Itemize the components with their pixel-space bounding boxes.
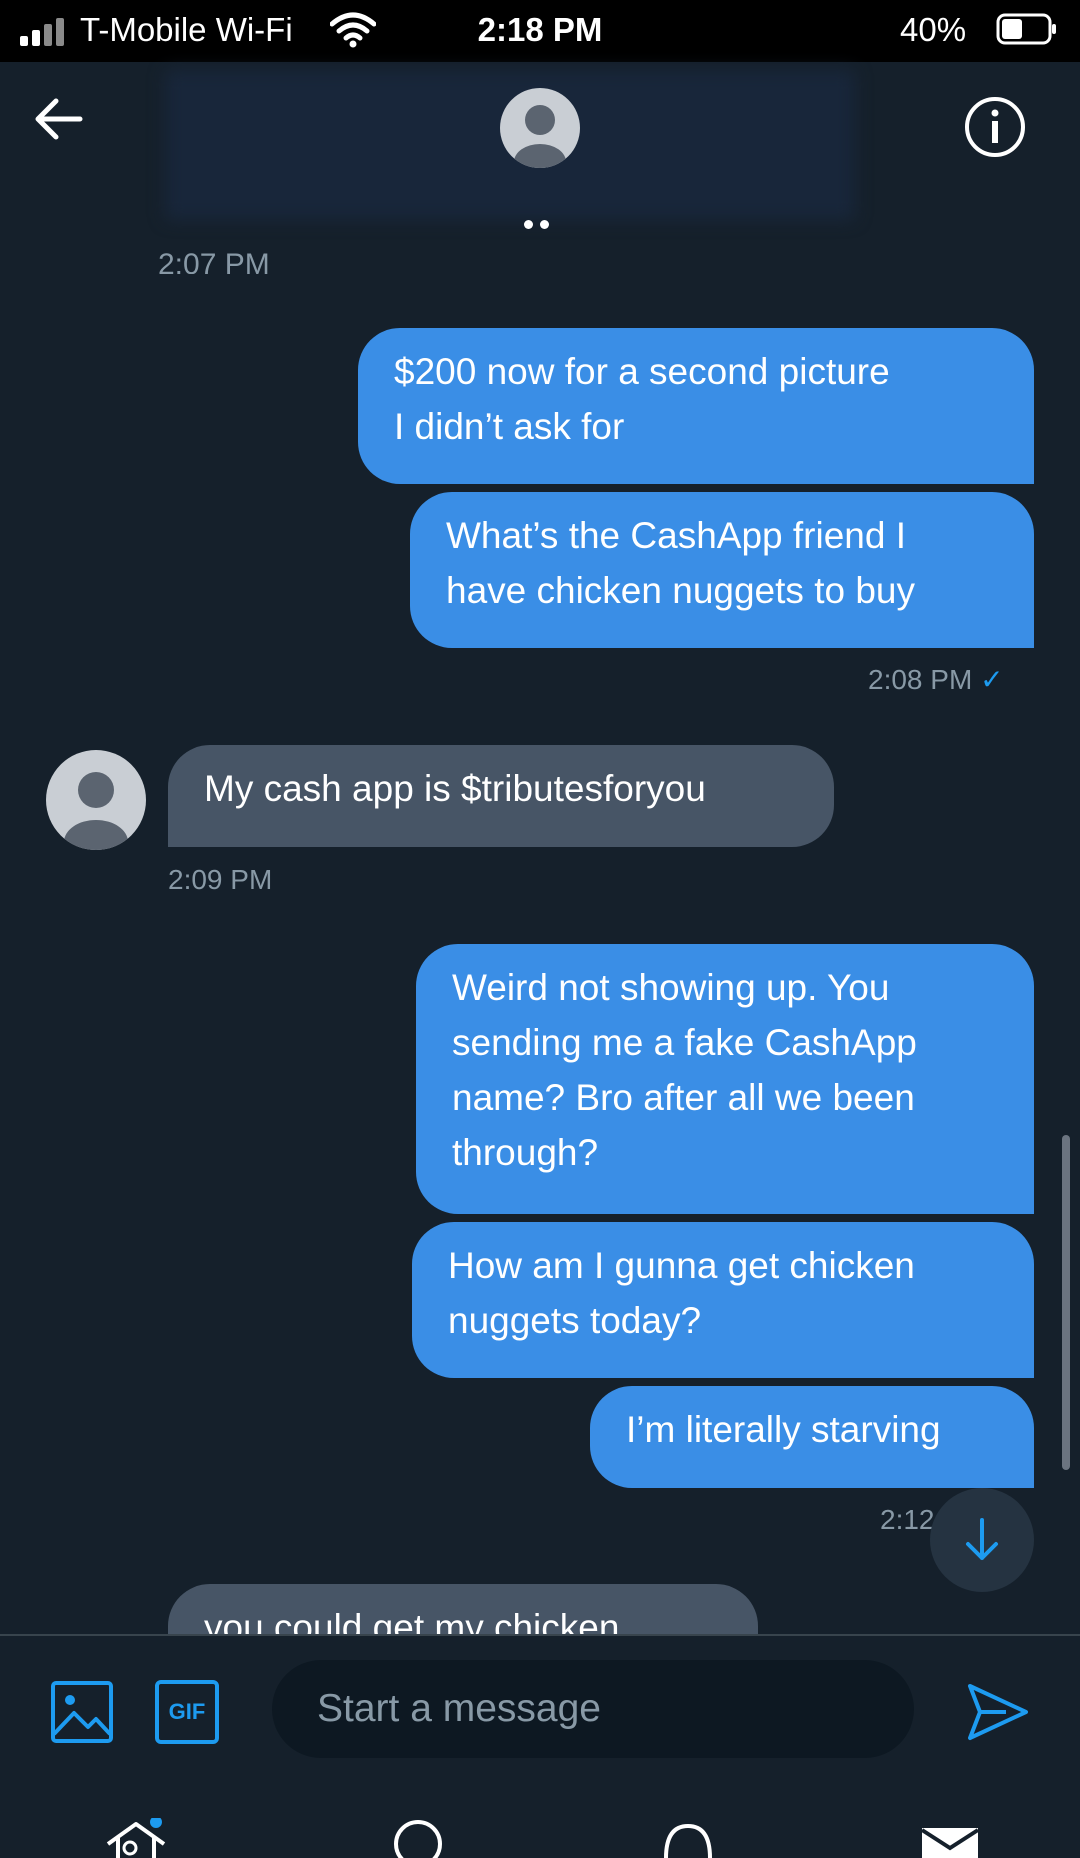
wifi-icon (330, 12, 376, 48)
status-time: 2:18 PM (477, 11, 603, 48)
message-line: I’m literally starving (626, 1409, 941, 1450)
read-check-icon: ✓ (980, 664, 1004, 695)
default-avatar-icon[interactable] (46, 750, 146, 850)
message-line: My cash app is $tributesforyou (204, 768, 706, 809)
message-line: I didn’t ask for (394, 406, 625, 447)
sent-message[interactable]: How am I gunna get chicken nuggets today… (412, 1222, 1034, 1378)
arrow-down-icon (966, 1518, 998, 1560)
sent-message[interactable]: What’s the CashApp friend I have chicken… (410, 492, 1034, 648)
cut-off-timestamp: 2:07 PM (158, 250, 270, 274)
sent-message[interactable]: $200 now for a second picture I didn’t a… (358, 328, 1034, 484)
cellular-signal-icon (20, 16, 72, 46)
message-line: What’s the CashApp friend I (446, 515, 907, 556)
home-icon[interactable] (104, 1818, 168, 1858)
info-icon[interactable] (962, 94, 1028, 160)
message-line: Weird not showing up. You (452, 967, 890, 1008)
message-line: through? (452, 1132, 599, 1173)
sent-message[interactable]: Weird not showing up. You sending me a f… (416, 944, 1034, 1214)
typing-dots (520, 220, 560, 234)
message-input[interactable] (272, 1660, 914, 1758)
message-line: name? Bro after all we been (452, 1077, 915, 1118)
received-message[interactable]: you could get my chicken (168, 1584, 758, 1634)
gif-button[interactable]: GIF (155, 1680, 219, 1744)
received-message[interactable]: My cash app is $tributesforyou (168, 745, 834, 847)
search-icon[interactable] (386, 1818, 450, 1858)
message-line: have chicken nuggets to buy (446, 570, 915, 611)
default-avatar-icon[interactable] (500, 88, 580, 168)
mail-icon[interactable] (918, 1818, 982, 1858)
received-message-clip: you could get my chicken (168, 1584, 758, 1634)
image-icon[interactable] (50, 1680, 114, 1744)
message-line: you could get my chicken (204, 1607, 620, 1634)
carrier-name: T-Mobile Wi-Fi (80, 11, 293, 48)
notifications-icon[interactable] (656, 1818, 720, 1858)
message-line: sending me a fake CashApp (452, 1022, 917, 1063)
back-arrow-icon[interactable] (28, 88, 90, 150)
battery-icon (996, 13, 1056, 45)
sent-message[interactable]: I’m literally starving (590, 1386, 1034, 1488)
scrollbar[interactable] (1062, 1135, 1070, 1470)
scroll-to-bottom-button[interactable] (930, 1488, 1034, 1592)
message-timestamp: 2:09 PM (168, 864, 273, 895)
send-icon[interactable] (966, 1680, 1030, 1744)
message-line: $200 now for a second picture (394, 351, 890, 392)
message-timestamp: 2:12 (880, 1504, 935, 1535)
message-line: nuggets today? (448, 1300, 702, 1341)
message-timestamp: 2:08 PM ✓ (868, 664, 1004, 695)
message-line: How am I gunna get chicken (448, 1245, 915, 1286)
battery-percentage: 40% (900, 11, 967, 48)
